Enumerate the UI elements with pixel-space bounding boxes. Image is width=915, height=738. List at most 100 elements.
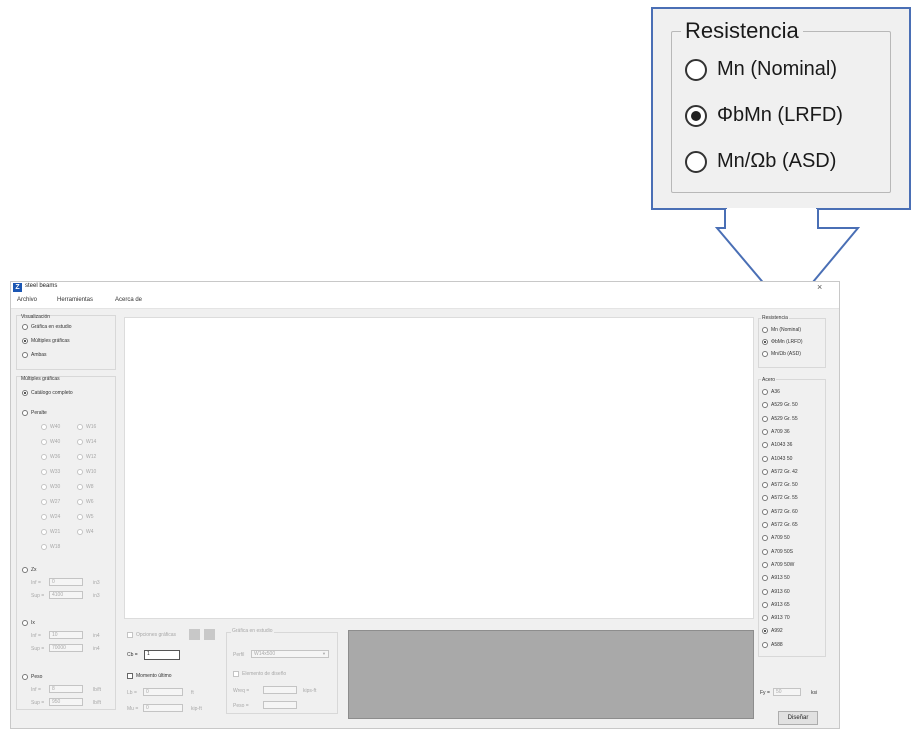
wreq-input[interactable] xyxy=(263,686,297,694)
perfil-dropdown[interactable]: W14x500 xyxy=(251,650,329,658)
peralte-a-3-radio[interactable] xyxy=(41,469,47,475)
resistencia-option-1-radio[interactable] xyxy=(762,339,768,345)
peralte-a-4-radio[interactable] xyxy=(41,484,47,490)
acero-option-14-label: A913 50 xyxy=(771,575,790,582)
acero-option-10-radio[interactable] xyxy=(762,522,768,528)
peralte-b-2-radio[interactable] xyxy=(77,454,83,460)
peralte-a-8-radio[interactable] xyxy=(41,544,47,550)
resistencia-zoom-radio-1[interactable] xyxy=(685,105,707,127)
fy-input[interactable]: 50 xyxy=(773,688,801,696)
resistencia-zoom-label-1: ΦbMn (LRFD) xyxy=(717,104,843,126)
resistencia-option-0-label: Mn (Nominal) xyxy=(771,327,802,333)
cb-input[interactable]: 1 xyxy=(144,650,180,660)
acero-option-16-label: A913 65 xyxy=(771,601,790,608)
menu-herramientas[interactable]: Herramientas xyxy=(57,297,93,303)
resistencia-zoom-radio-2[interactable] xyxy=(685,151,707,173)
zx-radio[interactable] xyxy=(22,567,28,573)
zx-sup-unit: in3 xyxy=(93,593,100,599)
acero-option-19-radio[interactable] xyxy=(762,641,768,648)
peralte-b-7-radio[interactable] xyxy=(77,529,83,535)
resistencia-option-2-radio[interactable] xyxy=(762,351,768,357)
peralte-a-0-label: W40 xyxy=(50,424,61,430)
peralte-a-7-radio[interactable] xyxy=(41,529,47,535)
acero-option-2-radio[interactable] xyxy=(762,415,768,422)
peralte-a-6-label: W24 xyxy=(50,514,61,520)
peralte-a-1-radio[interactable] xyxy=(41,439,47,445)
visualizacion-option-2-radio[interactable] xyxy=(22,352,28,358)
acero-option-6-radio[interactable] xyxy=(762,468,768,475)
peralte-b-3-label: W10 xyxy=(86,469,97,475)
zx-inf-input[interactable]: 0 xyxy=(49,578,83,586)
color-swatch-2[interactable] xyxy=(204,629,215,640)
resistencia-zoom-radio-0[interactable] xyxy=(685,59,707,81)
acero-option-3-radio[interactable] xyxy=(762,428,768,435)
color-swatch-1[interactable] xyxy=(189,629,200,640)
peso-radio[interactable] xyxy=(22,674,28,680)
ix-label: Ix xyxy=(31,620,35,626)
ix-sup-input[interactable]: 70000 xyxy=(49,644,83,652)
catalogo-radio[interactable] xyxy=(22,390,28,396)
peralte-b-4-radio[interactable] xyxy=(77,484,83,490)
acero-option-2-label: A529 Gr. 55 xyxy=(771,415,798,422)
acero-option-4-label: A1043 36 xyxy=(771,442,793,449)
mu-unit: kip-ft xyxy=(191,706,202,712)
menu-bar: Archivo Herramientas Acerca de xyxy=(11,296,839,309)
acero-option-19-label: A588 xyxy=(771,641,783,648)
opciones-graficas-checkbox[interactable] xyxy=(127,632,133,638)
fy-label: Fy = xyxy=(760,690,770,696)
wreq-label: Wreq = xyxy=(233,688,250,694)
close-icon[interactable]: × xyxy=(817,282,822,292)
ix-radio[interactable] xyxy=(22,620,28,626)
resistencia-option-0-radio[interactable] xyxy=(762,327,768,333)
zx-inf-unit: in3 xyxy=(93,580,100,586)
peralte-a-5-label: W27 xyxy=(50,499,61,505)
peralte-a-6-radio[interactable] xyxy=(41,514,47,520)
peso-label: Peso xyxy=(31,674,43,680)
acero-option-5-radio[interactable] xyxy=(762,455,768,462)
peso-inf-input[interactable]: 8 xyxy=(49,685,83,693)
acero-option-15-radio[interactable] xyxy=(762,588,768,595)
lb-input[interactable]: 0 xyxy=(143,688,183,696)
menu-archivo[interactable]: Archivo xyxy=(17,297,37,303)
peralte-radio[interactable] xyxy=(22,410,28,416)
elemento-diseno-label: Elemento de diseño xyxy=(242,671,287,677)
visualizacion-option-1-radio[interactable] xyxy=(22,338,28,344)
acero-option-0-label: A36 xyxy=(771,389,780,395)
acero-option-0-radio[interactable] xyxy=(762,389,768,395)
menu-acerca-de[interactable]: Acerca de xyxy=(115,297,142,303)
mu-input[interactable]: 0 xyxy=(143,704,183,712)
peralte-a-2-radio[interactable] xyxy=(41,454,47,460)
acero-option-12-radio[interactable] xyxy=(762,548,768,555)
multiples-legend: Múltiples gráficas xyxy=(21,376,60,382)
cb-label: Cb = xyxy=(127,652,138,658)
peralte-b-6-radio[interactable] xyxy=(77,514,83,520)
peso-sup-input[interactable]: 950 xyxy=(49,698,83,706)
acero-option-13-radio[interactable] xyxy=(762,561,768,568)
peralte-b-1-radio[interactable] xyxy=(77,439,83,445)
disenar-button[interactable]: Diseñar xyxy=(778,711,818,725)
acero-option-9-radio[interactable] xyxy=(762,508,768,515)
ix-inf-input[interactable]: 10 xyxy=(49,631,83,639)
peralte-b-5-radio[interactable] xyxy=(77,499,83,505)
resistencia-zoom-label-2: Mn/Ωb (ASD) xyxy=(717,150,837,172)
resistencia-option-1-label: ΦbMn (LRFD) xyxy=(771,339,803,345)
peso-sup-unit: lb/ft xyxy=(93,700,102,706)
zx-sup-input[interactable]: 4100 xyxy=(49,591,83,599)
peralte-b-3-radio[interactable] xyxy=(77,469,83,475)
visualizacion-option-0-radio[interactable] xyxy=(22,324,28,330)
peralte-a-5-radio[interactable] xyxy=(41,499,47,505)
peralte-a-0-radio[interactable] xyxy=(41,424,47,430)
opciones-graficas-label: Opciones gráficas xyxy=(136,632,177,638)
peralte-b-0-label: W16 xyxy=(86,424,97,430)
acero-option-18-label: A992 xyxy=(771,628,783,635)
multiples-group xyxy=(16,376,116,710)
peso-gr-input[interactable] xyxy=(263,701,297,709)
peralte-b-6-label: W5 xyxy=(86,514,94,520)
peralte-a-3-label: W33 xyxy=(50,469,61,475)
elemento-diseno-checkbox[interactable] xyxy=(233,671,239,677)
peralte-b-0-radio[interactable] xyxy=(77,424,83,430)
momento-ultimo-checkbox[interactable] xyxy=(127,673,133,679)
acero-option-16-radio[interactable] xyxy=(762,601,768,608)
plot-area[interactable] xyxy=(124,317,754,619)
ix-inf-unit: in4 xyxy=(93,633,100,639)
